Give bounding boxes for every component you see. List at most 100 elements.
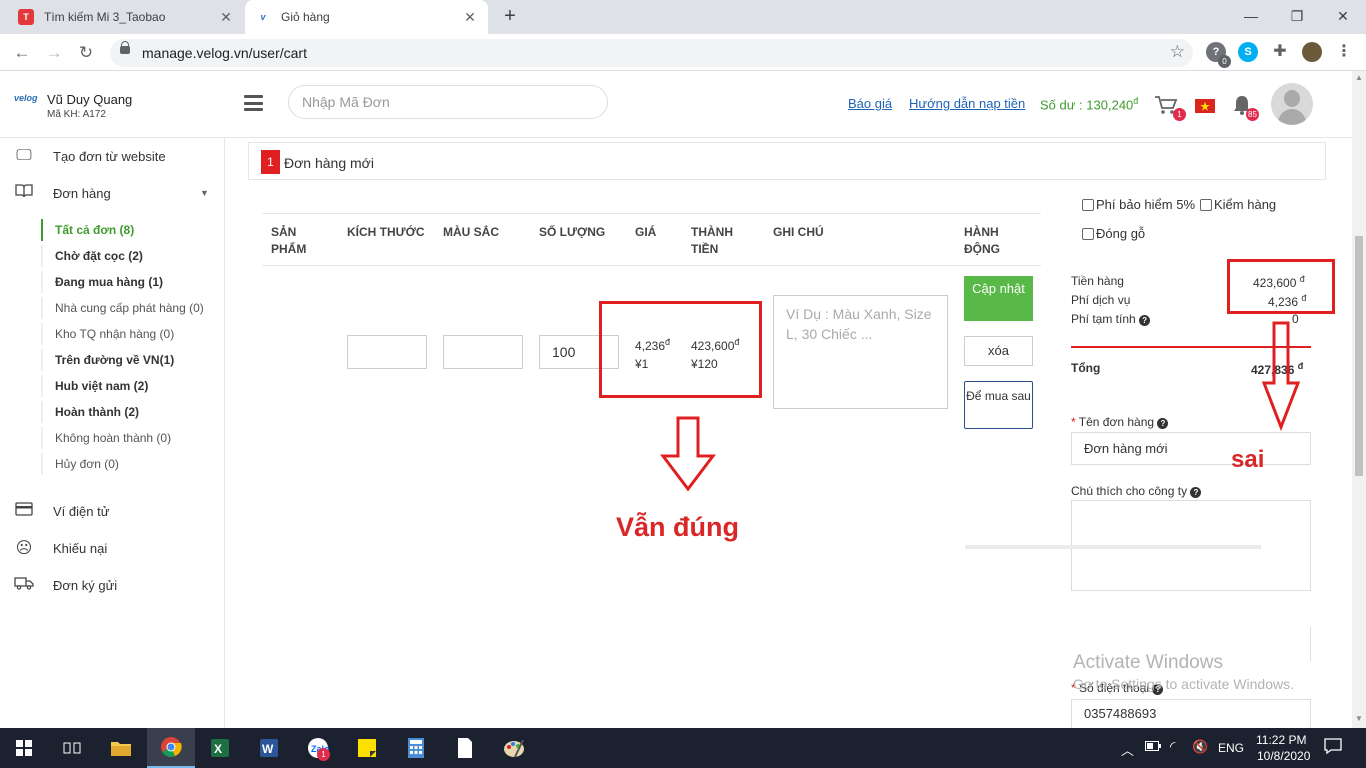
size-input[interactable]: [347, 335, 427, 369]
sidebar-subitem-incomplete[interactable]: Không hoàn thành (0): [41, 427, 225, 449]
sidebar-subitem-all[interactable]: Tất cả đơn (8): [41, 219, 225, 241]
sidebar-subitem-in-transit[interactable]: Trên đường về VN(1): [41, 349, 225, 371]
language-indicator[interactable]: ENG: [1218, 741, 1244, 755]
hamburger-icon[interactable]: [244, 95, 263, 111]
sidebar-subitem-deposit[interactable]: Chờ đặt cọc (2): [41, 245, 225, 267]
quote-link[interactable]: Báo giá: [848, 96, 892, 111]
note-textarea[interactable]: Ví Dụ : Màu Xanh, Size L, 30 Chiếc ...: [773, 295, 948, 409]
user-code: Mã KH: A172: [47, 109, 106, 120]
delete-button[interactable]: xóa: [964, 336, 1033, 366]
checkbox-box[interactable]: [1200, 198, 1212, 211]
avatar[interactable]: [1271, 83, 1313, 125]
col-size: KÍCH THƯỚC: [347, 225, 425, 239]
sidebar-item-consign[interactable]: Đơn ký gửi: [0, 573, 225, 597]
truck-icon: [14, 576, 34, 595]
scroll-up-icon[interactable]: ▲: [1355, 73, 1363, 82]
sidebar-subitem-shipped[interactable]: Nhà cung cấp phát hàng (0): [41, 297, 225, 319]
close-icon[interactable]: ✕: [218, 9, 234, 26]
profile-avatar[interactable]: [1302, 42, 1322, 62]
col-subtotal: THÀNH TIỀN: [691, 225, 733, 256]
scroll-thumb[interactable]: [1355, 236, 1363, 476]
close-icon[interactable]: ✕: [462, 9, 478, 26]
wifi-icon[interactable]: ◜: [1170, 738, 1175, 755]
task-view-icon[interactable]: [48, 728, 96, 768]
reload-icon[interactable]: ↻: [74, 41, 98, 65]
insurance-checkbox[interactable]: Phí bảo hiểm 5%: [1082, 197, 1195, 212]
checkbox-label: Phí bảo hiểm 5%: [1096, 197, 1196, 212]
sidebar-item-complaint[interactable]: ☹ Khiếu nại: [0, 536, 225, 560]
sidebar-item-create-order[interactable]: 🖵 Tạo đơn từ website: [0, 144, 225, 168]
zalo-icon[interactable]: Zalo: [294, 728, 342, 768]
question-icon[interactable]: ?: [1139, 315, 1151, 326]
wood-packing-checkbox[interactable]: Đóng gỗ: [1082, 226, 1145, 241]
url-field[interactable]: manage.velog.vn/user/cart ☆: [110, 39, 1193, 67]
notification-center-icon[interactable]: [1324, 737, 1342, 758]
page-scrollbar[interactable]: ▲ ▼: [1352, 71, 1366, 728]
arrow-down-icon: [1261, 321, 1301, 431]
update-button[interactable]: Cập nhật: [964, 276, 1033, 321]
sticky-notes-icon[interactable]: [343, 728, 391, 768]
maximize-icon[interactable]: ❐: [1274, 0, 1320, 34]
goods-label: Tiền hàng: [1071, 274, 1124, 288]
word-icon[interactable]: W: [245, 728, 293, 768]
minimize-icon[interactable]: —: [1228, 0, 1274, 34]
excel-icon[interactable]: X: [196, 728, 244, 768]
sidebar-item-wallet[interactable]: Ví điện tử: [0, 499, 225, 523]
label-text: Tên đơn hàng: [1078, 415, 1155, 429]
battery-icon[interactable]: [1145, 740, 1161, 754]
tab-title: Giỏ hàng: [281, 10, 330, 24]
tab-taobao[interactable]: T Tìm kiếm Mi 3_Taobao ✕: [8, 0, 244, 34]
inspection-checkbox[interactable]: Kiểm hàng: [1200, 197, 1276, 212]
sidebar-subitem-cancelled[interactable]: Hủy đơn (0): [41, 453, 225, 475]
phone-input[interactable]: 0357488693: [1071, 699, 1311, 728]
company-note-label: Chú thích cho công ty ?: [1071, 484, 1202, 498]
forward-icon[interactable]: →: [42, 41, 66, 65]
menu-icon[interactable]: ⋮: [1334, 42, 1354, 62]
bookmark-star-icon[interactable]: ☆: [1170, 42, 1185, 62]
vietnam-flag-icon[interactable]: [1195, 99, 1215, 113]
paint-icon[interactable]: [490, 728, 538, 768]
search-input[interactable]: Nhập Mã Đơn: [288, 85, 608, 119]
balance-value: Số dư : 130,240: [1040, 97, 1134, 113]
notification-badge: 85: [1246, 108, 1259, 121]
sidebar-subitem-cn-warehouse[interactable]: Kho TQ nhận hàng (0): [41, 323, 225, 345]
color-input[interactable]: [443, 335, 523, 369]
horizontal-scroll-track[interactable]: [965, 545, 1261, 549]
question-icon[interactable]: ?: [1190, 487, 1202, 498]
browser-tab-bar: T Tìm kiếm Mi 3_Taobao ✕ v Giỏ hàng ✕ + …: [0, 0, 1366, 34]
notepad-icon[interactable]: [441, 728, 489, 768]
question-icon[interactable]: ?: [1157, 418, 1169, 429]
back-icon[interactable]: ←: [10, 41, 34, 65]
sidebar-item-label: Đơn ký gửi: [53, 577, 118, 593]
buy-later-button[interactable]: Để mua sau: [964, 381, 1033, 429]
puzzle-icon[interactable]: ✚: [1270, 42, 1290, 62]
sidebar-subitem-completed[interactable]: Hoàn thành (2): [41, 401, 225, 423]
url-text: manage.velog.vn/user/cart: [142, 45, 307, 61]
file-explorer-icon[interactable]: [97, 728, 145, 768]
chevron-up-icon[interactable]: ︿: [1121, 740, 1134, 759]
topup-guide-link[interactable]: Hướng dẫn nạp tiền: [909, 96, 1025, 111]
order-name-input[interactable]: Đơn hàng mới: [1071, 432, 1311, 465]
volume-icon[interactable]: 🔇: [1192, 739, 1208, 755]
checkbox-label: Kiểm hàng: [1214, 197, 1277, 212]
close-window-icon[interactable]: ✕: [1320, 0, 1366, 34]
temp-fee-text: Phí tạm tính: [1071, 312, 1136, 326]
checkbox-box[interactable]: [1082, 227, 1094, 240]
skype-icon[interactable]: S: [1238, 42, 1258, 62]
chrome-icon[interactable]: [147, 728, 195, 768]
sidebar-subitem-hub[interactable]: Hub việt nam (2): [41, 375, 225, 397]
arrow-down-icon: [660, 416, 716, 492]
scroll-down-icon[interactable]: ▼: [1355, 714, 1363, 723]
windows-start-icon[interactable]: [0, 728, 48, 768]
calculator-icon[interactable]: [392, 728, 440, 768]
sidebar-subitem-buying[interactable]: Đang mua hàng (1): [41, 271, 225, 293]
tab-cart[interactable]: v Giỏ hàng ✕: [245, 0, 488, 34]
checkbox-box[interactable]: [1082, 198, 1094, 211]
clock-date[interactable]: 10/8/2020: [1257, 749, 1310, 763]
taobao-icon: T: [18, 9, 34, 25]
new-tab-icon[interactable]: +: [499, 5, 521, 27]
label-text: Chú thích cho công ty: [1071, 484, 1188, 498]
clock-time[interactable]: 11:22 PM: [1256, 733, 1306, 747]
velog-logo: velog: [14, 93, 38, 103]
sidebar-item-orders[interactable]: Đơn hàng ▼: [0, 181, 225, 205]
